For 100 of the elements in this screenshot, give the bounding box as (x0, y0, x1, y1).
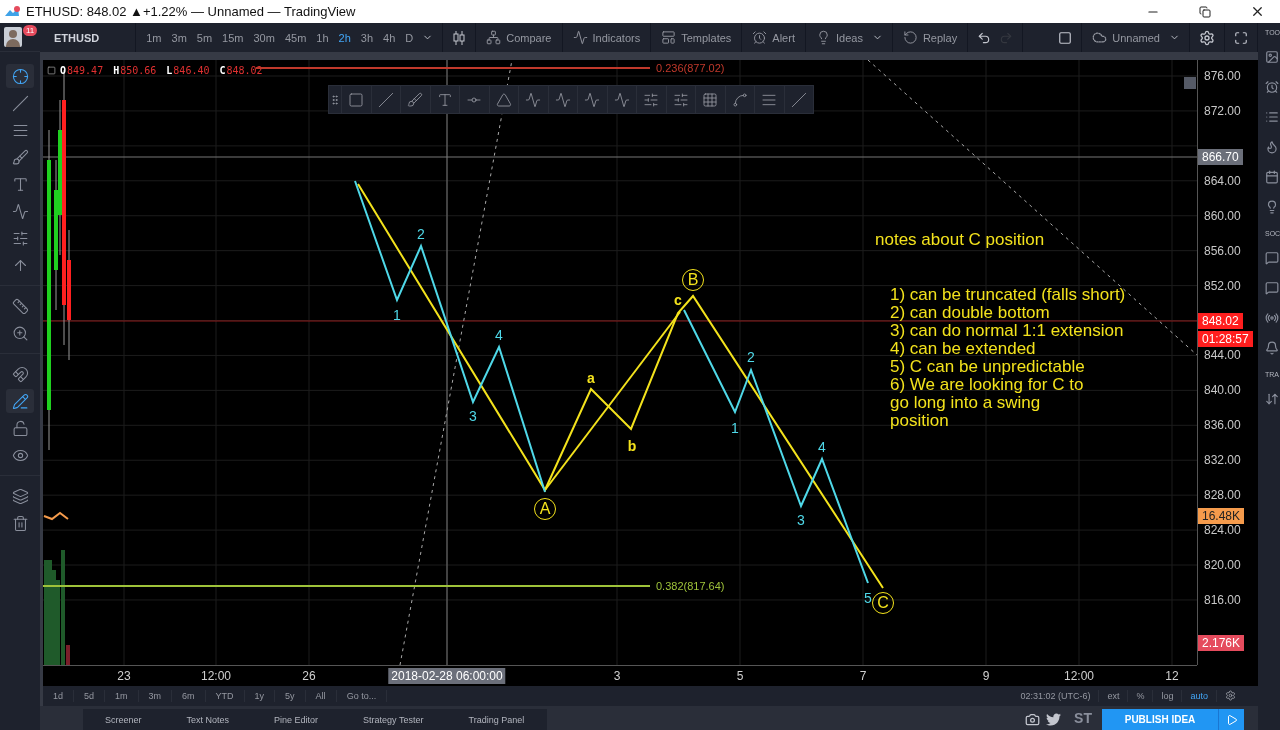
tool-button[interactable] (6, 64, 34, 88)
ruler-icon (11, 297, 29, 315)
image-icon[interactable] (1265, 50, 1279, 66)
panel-tab[interactable]: Trading Panel (446, 709, 548, 730)
interval-button[interactable]: 30m (249, 31, 279, 44)
fib-level-label: 0.382(817.64) (656, 580, 725, 592)
range-button[interactable]: All (305, 690, 337, 702)
scale-toggle[interactable] (1184, 77, 1196, 89)
panel-tab[interactable]: Pine Editor (252, 709, 342, 730)
cloud-icon (1092, 30, 1108, 45)
interval-button[interactable]: 45m (280, 31, 311, 44)
price-tick: 876.00 (1204, 69, 1241, 83)
price-tick: 836.00 (1204, 418, 1241, 433)
time-tick: 5 (735, 668, 745, 684)
indicator-line (43, 511, 69, 521)
time-tick: 12:00 (200, 668, 232, 684)
layers-icon (11, 487, 29, 505)
range-button[interactable]: 5y (275, 690, 306, 702)
price-tick: 844.00 (1204, 348, 1241, 363)
time-tick: 9 (981, 668, 991, 684)
price-tick: 852.00 (1204, 278, 1241, 293)
note-title: notes about C position (875, 230, 1046, 250)
wave-label: 1 (731, 420, 739, 436)
scale-option[interactable]: auto (1181, 690, 1216, 702)
range-button[interactable]: 3m (138, 690, 173, 702)
crosshair-icon (11, 67, 29, 85)
wave-label: 1 (393, 307, 401, 323)
range-button[interactable]: 6m (172, 690, 206, 702)
unlocked-lock-icon (11, 419, 29, 437)
magnet-icon (11, 365, 29, 383)
chat-icon[interactable] (1265, 281, 1279, 297)
chat-icon[interactable] (1265, 251, 1279, 267)
time-tick: 12:00 (1063, 668, 1095, 684)
price-tick: 872.00 (1204, 103, 1241, 118)
wave-icon (572, 30, 588, 45)
time-tick: 12 (1164, 668, 1180, 684)
note-line: 5) C can be unpredictable (890, 358, 1086, 376)
brush-icon (11, 148, 29, 166)
stocktwits-button[interactable]: ST (1074, 710, 1092, 726)
interval-button[interactable]: 4h (379, 31, 400, 44)
interval-button[interactable]: 3h (356, 31, 378, 44)
grip-icon[interactable] (329, 93, 341, 106)
panel-tab[interactable]: Screener (83, 709, 165, 730)
avatar[interactable] (4, 27, 22, 47)
range-button[interactable]: 5d (74, 690, 106, 702)
toolbar-button[interactable]: Templates (657, 24, 736, 51)
publish-button[interactable]: PUBLISH IDEA (1102, 709, 1218, 730)
interval-button[interactable]: 1m (142, 31, 166, 44)
wave-label: 5 (864, 590, 872, 606)
layout-button[interactable]: Unnamed (1088, 24, 1164, 51)
wave-label: b (627, 438, 637, 454)
interval-button[interactable]: 2h (334, 31, 355, 44)
interval-button[interactable]: D (401, 31, 418, 44)
bell-icon[interactable] (1265, 341, 1279, 357)
price-tick: 840.00 (1204, 383, 1241, 398)
time-tick: 23 (116, 668, 132, 684)
toolbar-button[interactable]: Ideas (811, 24, 867, 51)
ohlc-value: H850.66 (113, 65, 157, 76)
range-button[interactable]: 1m (105, 690, 139, 702)
calendar-icon[interactable] (1265, 170, 1279, 186)
toolbar-button[interactable]: Indicators (568, 24, 645, 51)
scale-option[interactable]: log (1152, 690, 1182, 702)
nodes-icon (486, 30, 502, 45)
ohlc-value: O849.47 (60, 65, 104, 76)
panel-tab[interactable]: Strategy Tester (341, 709, 447, 730)
symbol-name[interactable]: ETHUSD (46, 31, 130, 44)
range-button[interactable]: 1y (244, 690, 276, 702)
alarm-clock-icon (752, 30, 768, 45)
time-tick: 26 (301, 668, 317, 684)
price-tick: 824.00 (1204, 523, 1241, 538)
clock: 02:31:02 (UTC-6) (1020, 691, 1092, 701)
restore-icon[interactable] (1199, 5, 1211, 18)
scale-option[interactable]: % (1127, 690, 1153, 702)
collapse-icon[interactable] (47, 66, 56, 75)
text-icon (11, 175, 29, 193)
price-tick: 820.00 (1204, 558, 1241, 572)
wave-label: 4 (495, 327, 503, 343)
play-icon[interactable] (1218, 709, 1244, 730)
range-button[interactable]: YTD (205, 690, 245, 702)
time-tick: 7 (858, 668, 868, 684)
price-tick: 864.00 (1204, 173, 1241, 188)
panel-tab[interactable]: Text Notes (164, 709, 253, 730)
range-button[interactable]: Go to... (336, 690, 388, 702)
tool-button[interactable] (6, 389, 34, 413)
note-line: 6) We are looking for C to go long into a swing position (890, 376, 1085, 430)
interval-button[interactable]: 1h (312, 31, 333, 44)
toolbar-button[interactable]: Alert (748, 24, 799, 51)
lightbulb-icon[interactable] (1265, 200, 1279, 216)
price-tag: 866.70 (1198, 149, 1243, 165)
interval-button[interactable]: 5m (192, 31, 217, 44)
flame-icon[interactable] (1265, 140, 1279, 156)
alarm-clock-icon[interactable] (1265, 80, 1279, 96)
interval-button[interactable]: 15m (218, 31, 248, 44)
wave-label: 3 (797, 512, 805, 528)
range-button[interactable]: 1d (43, 690, 74, 702)
interval-button[interactable]: 3m (167, 31, 191, 44)
scale-option[interactable]: ext (1098, 690, 1128, 702)
price-tick: 828.00 (1204, 488, 1241, 503)
toolbar-button[interactable]: Replay (898, 24, 962, 51)
toolbar-button[interactable]: Compare (482, 24, 556, 51)
